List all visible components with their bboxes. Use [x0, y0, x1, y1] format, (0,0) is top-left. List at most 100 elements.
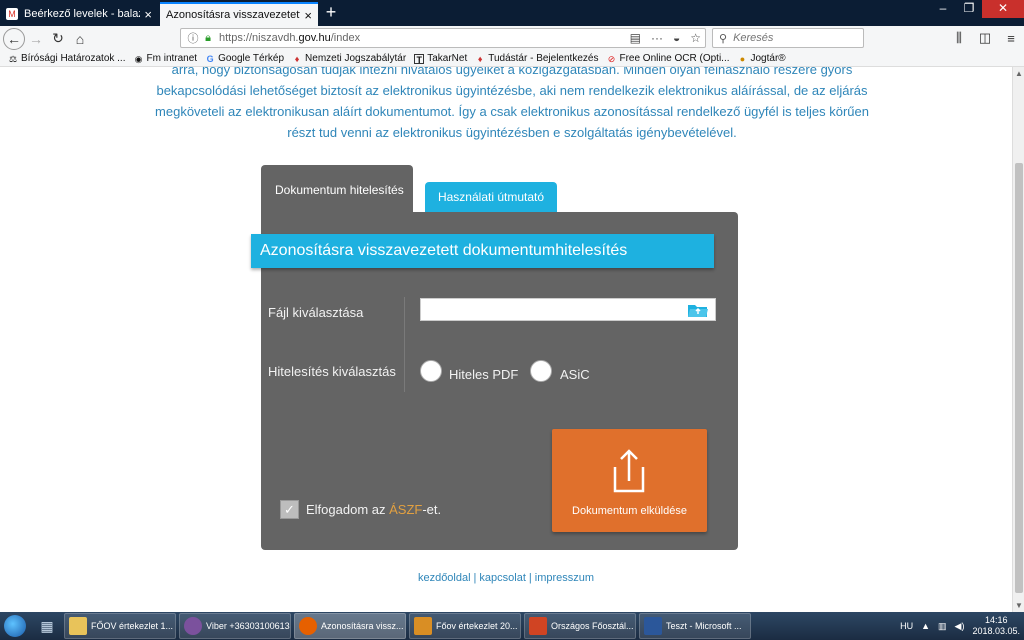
lock-icon: 🔒︎ [205, 31, 211, 44]
pocket-icon[interactable]: ◒ [673, 31, 680, 45]
file-path-field[interactable] [421, 299, 681, 320]
star-icon[interactable]: ☆ [690, 31, 701, 45]
calculator-icon[interactable]: ▦ [32, 613, 62, 639]
info-icon[interactable]: ⓘ [185, 30, 201, 46]
scroll-down-icon[interactable]: ▼ [1015, 601, 1023, 610]
folder-open-icon[interactable] [687, 302, 709, 318]
scrollbar-thumb[interactable] [1015, 163, 1023, 593]
window-close-icon[interactable]: ✕ [982, 0, 1024, 18]
network-icon[interactable]: ▥ [938, 621, 947, 632]
footer-separator: | [473, 572, 477, 584]
tray-expand-icon[interactable]: ▲ [921, 621, 930, 631]
browser-tab-bar: M Beérkező levelek - balazstoth83 × Azon… [0, 0, 1024, 26]
bookmark-item[interactable]: G Google Térkép [205, 53, 284, 64]
taskbar-item[interactable]: Teszt - Microsoft ... [639, 613, 751, 639]
search-bar[interactable]: ⚲ [712, 28, 864, 48]
close-icon[interactable]: × [144, 7, 152, 22]
reload-icon[interactable]: ↻ [47, 28, 69, 50]
minimize-icon[interactable]: – [930, 0, 956, 18]
home-icon[interactable]: ⌂ [69, 28, 91, 50]
start-button[interactable] [0, 612, 30, 640]
taskbar-label: Teszt - Microsoft ... [666, 621, 742, 631]
bookmark-item[interactable]: ⚖ Bírósági Határozatok ... [8, 53, 126, 64]
radio-label: Hiteles PDF [449, 367, 519, 382]
url-bar[interactable]: ⓘ 🔒︎ https://niszavdh.gov.hu/index ▤ ···… [180, 28, 706, 48]
scales-icon: ⚖ [8, 53, 18, 64]
powerpoint-icon [529, 617, 547, 635]
aszf-link[interactable]: ÁSZF [389, 502, 422, 517]
clock-time: 14:16 [984, 615, 1008, 625]
windows-logo-icon [4, 615, 26, 637]
word-icon [644, 617, 662, 635]
more-icon[interactable]: ··· [651, 31, 663, 45]
radio-label: ASiC [560, 367, 590, 382]
intro-text: arra, hogy biztonságosan tudják intézni … [152, 67, 872, 143]
accept-terms-checkbox[interactable]: ✓ [280, 500, 299, 519]
windows-taskbar: ▦ FŐOV értekezlet 1... Viber +3630310061… [0, 612, 1024, 640]
jogtar-icon: ● [739, 53, 746, 64]
bookmark-item[interactable]: ♦ Nemzeti Jogszabálytár [292, 53, 406, 64]
clock[interactable]: 14:16 2018.03.05. [972, 615, 1020, 637]
radio-hiteles-pdf[interactable] [420, 360, 442, 382]
tab-label: Dokumentum hitelesítés [275, 183, 404, 197]
intro-line: megköveteli az elektronikusan aláírt dok… [155, 104, 869, 119]
outlook-icon [414, 617, 432, 635]
taskbar-label: Viber +36303100613 [206, 621, 290, 631]
taskbar-label: Országos Főosztál... [551, 621, 634, 631]
taskbar-item[interactable]: Országos Főosztál... [524, 613, 636, 639]
taskbar-item[interactable]: FŐOV értekezlet 1... [64, 613, 176, 639]
submit-document-button[interactable]: Dokumentum elküldése [552, 429, 707, 532]
radio-asic[interactable] [530, 360, 552, 382]
bookmark-item[interactable]: T TakarNet [414, 53, 467, 65]
footer-link-contact[interactable]: kapcsolat [479, 572, 525, 584]
accept-terms-label: Elfogadom az ÁSZF-et. [306, 502, 441, 517]
intro-line: arra, hogy biztonságosan tudják intézni … [171, 67, 853, 77]
firefox-icon [299, 617, 317, 635]
reader-view-icon[interactable]: ▤ [630, 31, 641, 45]
maximize-icon[interactable]: ❐ [956, 0, 982, 18]
intro-line: bekapcsolódási lehetőséget biztosít az e… [156, 83, 868, 98]
tab-document-authentication[interactable]: Dokumentum hitelesítés [261, 165, 413, 215]
google-icon: G [206, 53, 214, 64]
tab-inbox[interactable]: M Beérkező levelek - balazstoth83 × [0, 2, 158, 26]
file-input[interactable] [420, 298, 716, 321]
footer-links: kezdőoldal | kapcsolat | impresszum [0, 572, 1012, 584]
browser-nav-bar: ← → ↻ ⌂ ⓘ 🔒︎ https://niszavdh.gov.hu/ind… [0, 26, 1024, 51]
taskbar-item[interactable]: Főov értekezlet 20... [409, 613, 521, 639]
taskbar-item[interactable]: Viber +36303100613 [179, 613, 291, 639]
library-icon[interactable]: ⫼ [950, 28, 968, 48]
tab-label: Beérkező levelek - balazstoth83 [24, 8, 140, 20]
bookmark-item[interactable]: ● Jogtár® [738, 53, 786, 64]
page-scrollbar[interactable]: ▲ ▼ [1012, 67, 1024, 612]
back-arrow-icon[interactable]: ← [3, 27, 25, 50]
volume-icon[interactable]: ◀) [955, 621, 965, 632]
submit-label: Dokumentum elküldése [572, 505, 687, 517]
viber-icon [184, 617, 202, 635]
new-tab-button[interactable]: + [320, 3, 342, 23]
flame-icon: ♦ [477, 53, 483, 64]
t-icon: T [414, 53, 425, 65]
sidebar-icon[interactable]: ◫ [976, 28, 994, 48]
close-icon[interactable]: × [304, 8, 312, 23]
auth-type-label: Hitelesítés kiválasztás [268, 364, 396, 379]
forward-arrow-icon[interactable]: → [25, 28, 47, 50]
bookmark-item[interactable]: ⊘ Free Online OCR (Opti... [606, 53, 730, 64]
taskbar-item[interactable]: Azonosításra vissz... [294, 613, 406, 639]
scroll-up-icon[interactable]: ▲ [1015, 69, 1023, 78]
file-select-label: Fájl kiválasztása [268, 305, 364, 320]
search-input[interactable] [733, 32, 854, 44]
tab-label: Használati útmutató [437, 190, 545, 204]
footer-separator: | [528, 572, 532, 584]
menu-icon[interactable]: ≡ [1002, 28, 1020, 48]
tab-user-guide[interactable]: Használati útmutató [425, 182, 557, 212]
footer-link-imprint[interactable]: impresszum [535, 572, 594, 584]
globe-icon: ◉ [134, 53, 143, 64]
bookmark-item[interactable]: ♦ Tudástár - Bejelentkezés [475, 53, 599, 64]
window-controls: – ❐ ✕ [930, 0, 1024, 20]
tab-document-auth[interactable]: Azonosításra visszavezetett dokum × [160, 2, 318, 26]
accept-text: -et. [422, 502, 442, 517]
language-indicator[interactable]: HU [900, 621, 913, 631]
bookmark-item[interactable]: ◉ Fm intranet [134, 53, 198, 64]
footer-link-home[interactable]: kezdőoldal [418, 572, 471, 584]
taskbar-label: Főov értekezlet 20... [436, 621, 518, 631]
